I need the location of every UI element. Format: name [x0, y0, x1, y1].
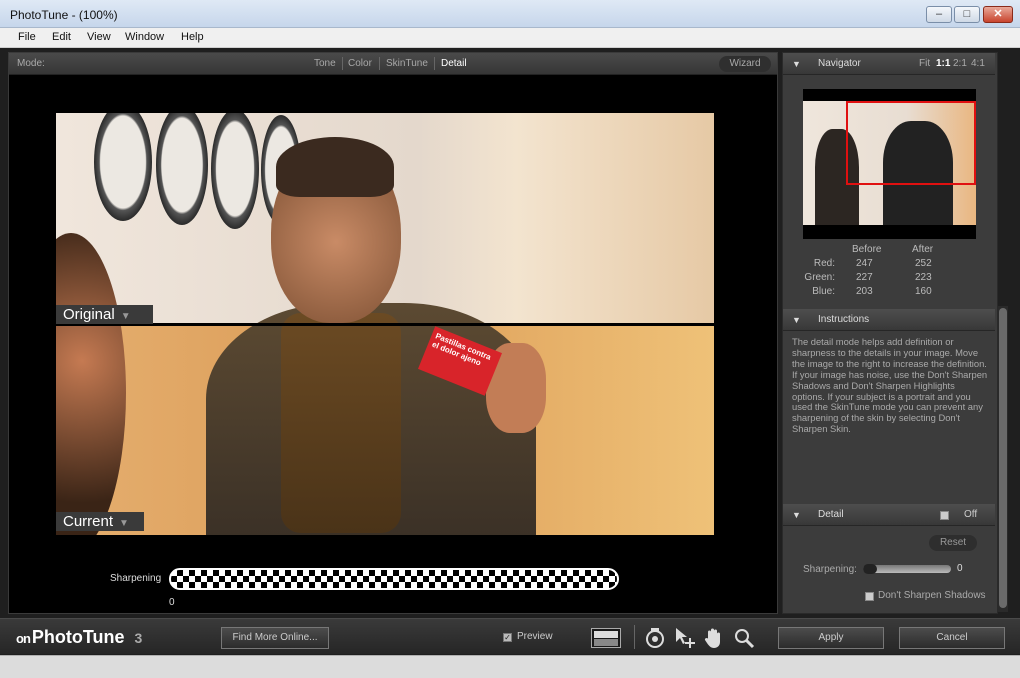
- detail-sharpening-label: Sharpening:: [803, 564, 857, 575]
- instructions-header[interactable]: ▼ Instructions: [783, 309, 995, 331]
- menu-edit[interactable]: Edit: [52, 31, 71, 43]
- tab-tone[interactable]: Tone: [314, 58, 336, 69]
- detail-off-label: Off: [964, 509, 978, 520]
- move-tool-icon[interactable]: [673, 626, 697, 650]
- apply-button[interactable]: Apply: [778, 627, 884, 649]
- tab-separator: [379, 57, 380, 70]
- rgb-blue-label: Blue:: [812, 286, 835, 297]
- close-button[interactable]: ✕: [983, 6, 1013, 23]
- menu-file[interactable]: File: [18, 31, 36, 43]
- find-more-online-button[interactable]: Find More Online...: [221, 627, 329, 649]
- tab-separator: [342, 57, 343, 70]
- preview-label: Preview: [517, 631, 553, 642]
- tab-skintune[interactable]: SkinTune: [386, 58, 428, 69]
- collapse-triangle-icon[interactable]: ▼: [792, 315, 801, 325]
- original-label[interactable]: Original ▼: [56, 305, 153, 324]
- reset-button[interactable]: Reset: [929, 535, 977, 551]
- on1-logo: on: [16, 631, 31, 646]
- compare-tool-icon[interactable]: [643, 626, 667, 650]
- wizard-button[interactable]: Wizard: [719, 56, 771, 72]
- rgb-red-after: 252: [915, 258, 932, 269]
- hand-tool-icon[interactable]: [702, 626, 726, 650]
- navigator-thumbnail[interactable]: [803, 89, 976, 239]
- zoom-tool-icon[interactable]: [732, 626, 756, 650]
- sharpening-bar[interactable]: [169, 568, 619, 590]
- split-view-button[interactable]: [591, 628, 621, 648]
- logo-version: 3: [134, 630, 143, 646]
- status-bar: [0, 655, 1020, 678]
- zoom-fit[interactable]: Fit: [919, 58, 930, 69]
- current-label[interactable]: Current ▼: [56, 512, 144, 531]
- man-hair: [276, 137, 394, 197]
- after-header: After: [912, 244, 934, 255]
- side-panel: ▼ Navigator Fit 1:1 2:1 4:1 Before After…: [782, 52, 998, 614]
- menu-window[interactable]: Window: [125, 31, 164, 43]
- detail-off-checkbox[interactable]: [940, 511, 949, 520]
- dont-sharpen-shadows-checkbox[interactable]: [865, 592, 874, 601]
- cancel-button[interactable]: Cancel: [899, 627, 1005, 649]
- detail-sharpening-value: 0: [957, 563, 963, 574]
- tab-separator: [434, 57, 435, 70]
- before-header: Before: [852, 244, 882, 255]
- phototune-logo: on PhotoTune 3: [16, 627, 142, 648]
- collapse-triangle-icon[interactable]: ▼: [792, 59, 801, 69]
- navigator-header[interactable]: ▼ Navigator Fit 1:1 2:1 4:1: [783, 53, 995, 75]
- menu-view[interactable]: View: [87, 31, 111, 43]
- rgb-green-after: 223: [915, 272, 932, 283]
- chevron-down-icon: ▼: [120, 311, 131, 322]
- instructions-title: Instructions: [818, 314, 870, 325]
- toolbar-separator: [634, 625, 635, 649]
- sharpening-slider-handle[interactable]: [863, 564, 877, 574]
- chevron-down-icon: ▼: [119, 518, 129, 529]
- split-bottom-icon: [594, 639, 618, 646]
- rgb-blue-after: 160: [915, 286, 932, 297]
- detail-header[interactable]: ▼ Detail Off: [783, 504, 995, 526]
- side-panel-scrollbar[interactable]: [998, 306, 1008, 612]
- window-title: PhotoTune - (100%): [10, 8, 118, 22]
- maximize-button[interactable]: □: [954, 6, 980, 23]
- navigator-title: Navigator: [818, 58, 861, 69]
- sharpening-bar-value: 0: [169, 597, 175, 608]
- tab-detail[interactable]: Detail: [441, 58, 467, 69]
- collapse-triangle-icon[interactable]: ▼: [792, 510, 801, 520]
- rgb-red-label: Red:: [813, 258, 835, 269]
- rgb-blue-before: 203: [856, 286, 873, 297]
- preview-area: Mode: Tone Color SkinTune Detail Wizard …: [8, 52, 778, 614]
- tab-color[interactable]: Color: [348, 58, 372, 69]
- zoom-1-1[interactable]: 1:1: [936, 58, 950, 69]
- scrollbar-thumb[interactable]: [999, 308, 1007, 608]
- minimize-button[interactable]: –: [926, 6, 952, 23]
- split-top-icon: [594, 631, 618, 638]
- preview-checkbox[interactable]: ✓: [503, 633, 512, 642]
- bottom-toolbar: on PhotoTune 3 Find More Online... ✓ Previ…: [0, 618, 1020, 654]
- clock-image: [211, 113, 259, 229]
- zoom-4-1[interactable]: 4:1: [971, 58, 985, 69]
- rgb-red-before: 247: [856, 258, 873, 269]
- instructions-text: The detail mode helps add definition or …: [792, 336, 988, 435]
- mode-label: Mode:: [17, 58, 45, 69]
- logo-name: PhotoTune: [31, 627, 125, 647]
- sharpening-bar-label: Sharpening: [110, 573, 162, 584]
- title-bar: PhotoTune - (100%) – □ ✕: [0, 0, 1020, 28]
- menu-bar: File Edit View Window Help: [0, 28, 1020, 48]
- split-divider[interactable]: [56, 323, 714, 326]
- dont-sharpen-shadows-label: Don't Sharpen Shadows: [878, 590, 986, 601]
- scarf: [281, 313, 401, 533]
- rgb-green-before: 227: [856, 272, 873, 283]
- mode-bar: Mode: Tone Color SkinTune Detail Wizard: [9, 53, 777, 75]
- zoom-2-1[interactable]: 2:1: [953, 58, 967, 69]
- navigator-viewport-rect[interactable]: [846, 101, 976, 185]
- rgb-green-label: Green:: [804, 272, 835, 283]
- detail-title: Detail: [818, 509, 844, 520]
- menu-help[interactable]: Help: [181, 31, 204, 43]
